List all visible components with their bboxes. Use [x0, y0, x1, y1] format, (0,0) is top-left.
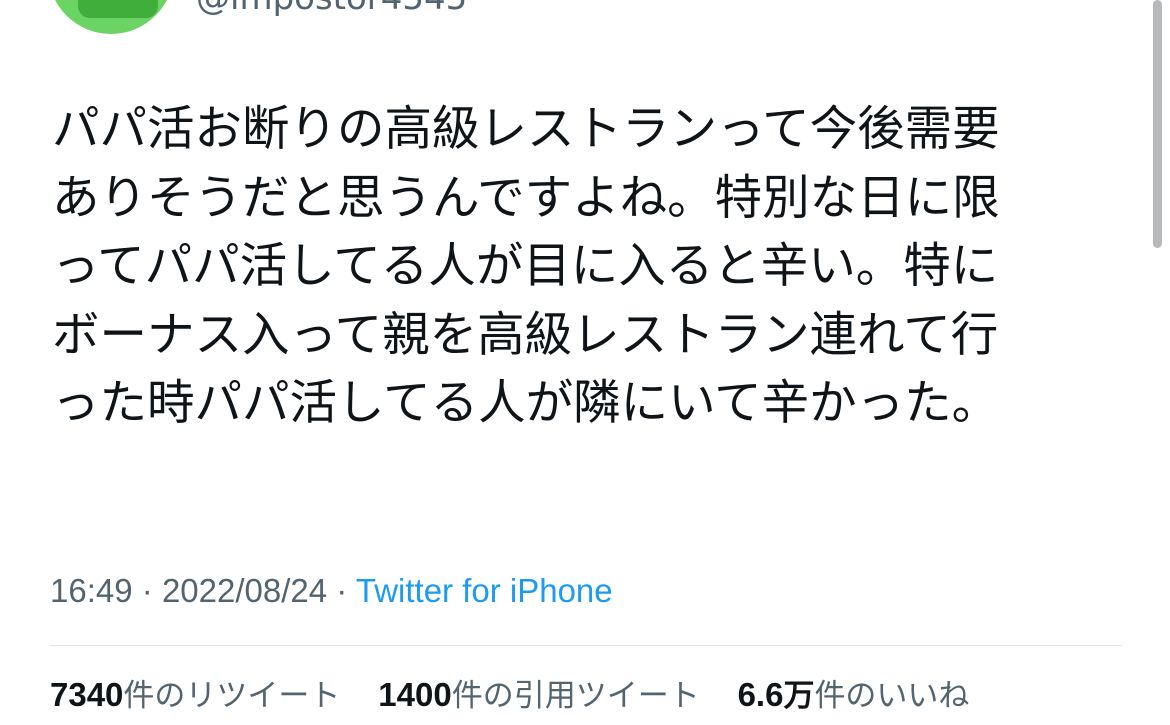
quote-label: 件の引用ツイート: [451, 678, 700, 714]
tweet-line: ボーナス入って親を高級レストラン連れて行: [52, 307, 999, 363]
tweet-line: ってパパ活してる人が目に入ると辛い。特に: [52, 239, 999, 294]
quotes-stat[interactable]: 1400件の引用ツイート: [378, 672, 699, 719]
divider: [50, 645, 1122, 646]
quote-count: 1400: [378, 676, 452, 713]
avatar-image: [78, 0, 158, 18]
like-count-unit: 万: [783, 678, 815, 714]
tweet-source-link[interactable]: Twitter for iPhone: [356, 572, 613, 609]
user-handle[interactable]: @impostor4545: [196, 0, 467, 18]
like-count: 6.6: [737, 676, 784, 713]
tweet-time[interactable]: 16:49: [50, 572, 133, 609]
tweet-date[interactable]: 2022/08/24: [162, 572, 327, 609]
retweets-stat[interactable]: 7340件のリツイート: [50, 672, 340, 719]
tweet-stats: 7340件のリツイート 1400件の引用ツイート 6.6万件のいいね: [50, 672, 997, 719]
tweet-text: パパ活お断りの高級レストランって今後需要 ありそうだと思うんですよね。特別な日に…: [52, 96, 1132, 439]
avatar[interactable]: [48, 0, 174, 34]
scrollbar[interactable]: [1153, 0, 1162, 248]
like-label: 件のいいね: [814, 678, 970, 714]
retweet-count: 7340: [50, 676, 124, 713]
tweet-line: った時パパ活してる人が隣にいて辛かった。: [52, 376, 1000, 431]
tweet-meta: 16:49 · 2022/08/24 · Twitter for iPhone: [50, 570, 613, 612]
tweet-line: ありそうだと思うんですよね。特別な日に限: [52, 170, 1000, 226]
meta-separator: ·: [141, 572, 153, 609]
likes-stat[interactable]: 6.6万件のいいね: [738, 672, 970, 719]
retweet-label: 件のリツイート: [123, 678, 341, 714]
meta-separator: ·: [336, 572, 348, 609]
tweet-line: パパ活お断りの高級レストランって今後需要: [52, 102, 1000, 157]
